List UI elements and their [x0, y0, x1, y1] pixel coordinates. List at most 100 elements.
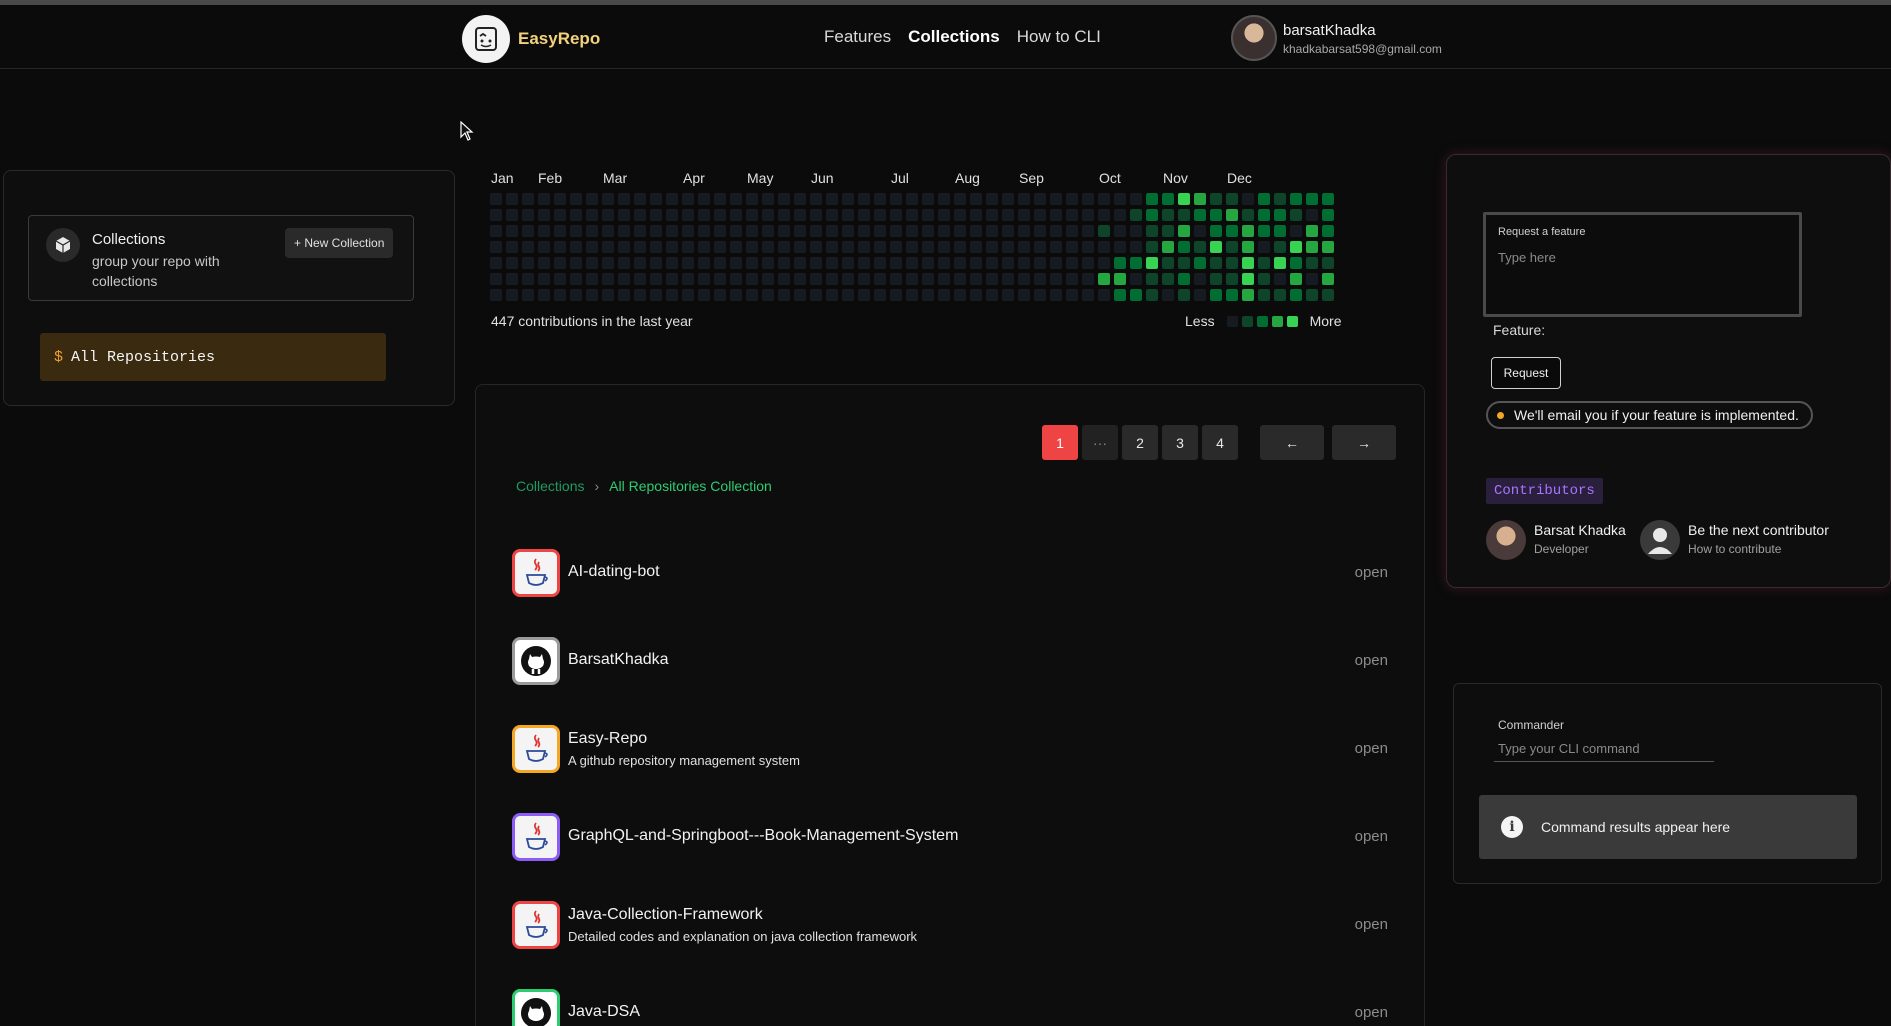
- user-avatar[interactable]: [1231, 15, 1277, 61]
- contribution-cell: [810, 225, 822, 237]
- repo-name[interactable]: BarsatKhadka: [568, 651, 669, 669]
- repo-open-link[interactable]: open: [1355, 652, 1388, 669]
- contribution-cell: [1162, 193, 1174, 205]
- nav-features[interactable]: Features: [824, 27, 891, 47]
- contribution-cell: [874, 193, 886, 205]
- contribution-cell: [1114, 289, 1126, 301]
- all-repositories-item[interactable]: $ All Repositories: [40, 333, 386, 381]
- contribution-cell: [1130, 257, 1142, 269]
- contribution-cell: [938, 225, 950, 237]
- contribution-cell: [1258, 193, 1270, 205]
- contribution-cell: [986, 241, 998, 253]
- contribution-cell: [890, 209, 902, 221]
- contribution-cell: [714, 193, 726, 205]
- contribution-cell: [986, 193, 998, 205]
- contribution-cell: [602, 257, 614, 269]
- avatar: [1486, 520, 1526, 560]
- contribution-cell: [1066, 273, 1078, 285]
- contribution-cell: [1034, 209, 1046, 221]
- contribution-cell: [922, 257, 934, 269]
- contributor-name: Be the next contributor: [1688, 522, 1829, 538]
- nav-collections[interactable]: Collections: [908, 27, 1000, 47]
- repo-open-link[interactable]: open: [1355, 740, 1388, 757]
- repo-open-link[interactable]: open: [1355, 828, 1388, 845]
- contribution-cell: [602, 241, 614, 253]
- repo-name[interactable]: AI-dating-bot: [568, 563, 660, 581]
- contribution-cell: [826, 257, 838, 269]
- brand-name[interactable]: EasyRepo: [518, 29, 600, 49]
- breadcrumb-collections[interactable]: Collections: [516, 478, 584, 494]
- repo-name[interactable]: Easy-Repo: [568, 730, 647, 748]
- prev-page-button[interactable]: ←: [1260, 425, 1324, 460]
- contribution-cell: [634, 289, 646, 301]
- contribution-cell: [938, 209, 950, 221]
- request-button[interactable]: Request: [1491, 357, 1561, 389]
- contribution-cell: [1274, 257, 1286, 269]
- contribution-cell: [1066, 209, 1078, 221]
- contribution-cell: [1002, 225, 1014, 237]
- repo-row[interactable]: Java-Collection-Framework Detailed codes…: [512, 901, 1388, 951]
- contribution-cell: [714, 273, 726, 285]
- page-button-2[interactable]: 2: [1122, 425, 1158, 460]
- next-page-button[interactable]: →: [1332, 425, 1396, 460]
- contribution-cell: [714, 225, 726, 237]
- contribution-cell: [938, 289, 950, 301]
- how-to-contribute-link[interactable]: How to contribute: [1688, 542, 1781, 556]
- contribution-cell: [538, 209, 550, 221]
- contribution-cell: [826, 289, 838, 301]
- contribution-cell: [1306, 193, 1318, 205]
- contribution-cell: [554, 289, 566, 301]
- month-label: May: [747, 170, 774, 186]
- contribution-cell: [906, 289, 918, 301]
- logo-icon[interactable]: [462, 15, 510, 63]
- contribution-cell: [1098, 289, 1110, 301]
- breadcrumb-current[interactable]: All Repositories Collection: [609, 478, 772, 494]
- contribution-cell: [842, 273, 854, 285]
- github-icon: [512, 989, 560, 1026]
- repo-row[interactable]: Easy-Repo A github repository management…: [512, 725, 1388, 775]
- contribution-cell: [938, 273, 950, 285]
- contribution-cell: [1226, 209, 1238, 221]
- contribution-cell: [1050, 209, 1062, 221]
- contribution-cell: [1322, 241, 1334, 253]
- contribution-cell: [906, 225, 918, 237]
- contribution-cell: [746, 225, 758, 237]
- contribution-cell: [1258, 241, 1270, 253]
- contribution-cell: [1098, 241, 1110, 253]
- contribution-cell: [1322, 289, 1334, 301]
- contribution-cell: [730, 273, 742, 285]
- page-button-4[interactable]: 4: [1202, 425, 1238, 460]
- box-icon: [46, 228, 80, 262]
- contribution-cell: [1178, 225, 1190, 237]
- repo-name[interactable]: GraphQL-and-Springboot---Book-Management…: [568, 827, 958, 845]
- cli-command-input[interactable]: Type your CLI command: [1494, 736, 1714, 762]
- feature-textarea[interactable]: Request a feature Type here: [1483, 212, 1802, 317]
- repo-open-link[interactable]: open: [1355, 916, 1388, 933]
- repo-row[interactable]: BarsatKhadka open: [512, 637, 1388, 687]
- contribution-cell: [698, 273, 710, 285]
- repo-open-link[interactable]: open: [1355, 1004, 1388, 1021]
- repo-row[interactable]: AI-dating-bot open: [512, 549, 1388, 599]
- contribution-cell: [634, 273, 646, 285]
- contribution-cell: [1034, 225, 1046, 237]
- contribution-cell: [1258, 257, 1270, 269]
- page-button-3[interactable]: 3: [1162, 425, 1198, 460]
- contribution-cell: [1258, 225, 1270, 237]
- contribution-cell: [666, 289, 678, 301]
- repo-row[interactable]: GraphQL-and-Springboot---Book-Management…: [512, 813, 1388, 863]
- repo-open-link[interactable]: open: [1355, 564, 1388, 581]
- command-result-text: Command results appear here: [1541, 819, 1731, 835]
- contribution-cell: [1210, 193, 1222, 205]
- contribution-cell: [1194, 193, 1206, 205]
- contribution-cell: [650, 241, 662, 253]
- contribution-cell: [730, 209, 742, 221]
- contribution-cell: [666, 225, 678, 237]
- repo-name[interactable]: Java-Collection-Framework: [568, 906, 763, 924]
- repo-row[interactable]: Java-DSA open: [512, 989, 1388, 1026]
- page-button-1[interactable]: 1: [1042, 425, 1078, 460]
- contribution-cell: [682, 257, 694, 269]
- nav-how-to-cli[interactable]: How to CLI: [1017, 27, 1101, 47]
- new-collection-button[interactable]: + New Collection: [285, 228, 394, 258]
- repo-name[interactable]: Java-DSA: [568, 1003, 640, 1021]
- contribution-grid: [490, 193, 1334, 301]
